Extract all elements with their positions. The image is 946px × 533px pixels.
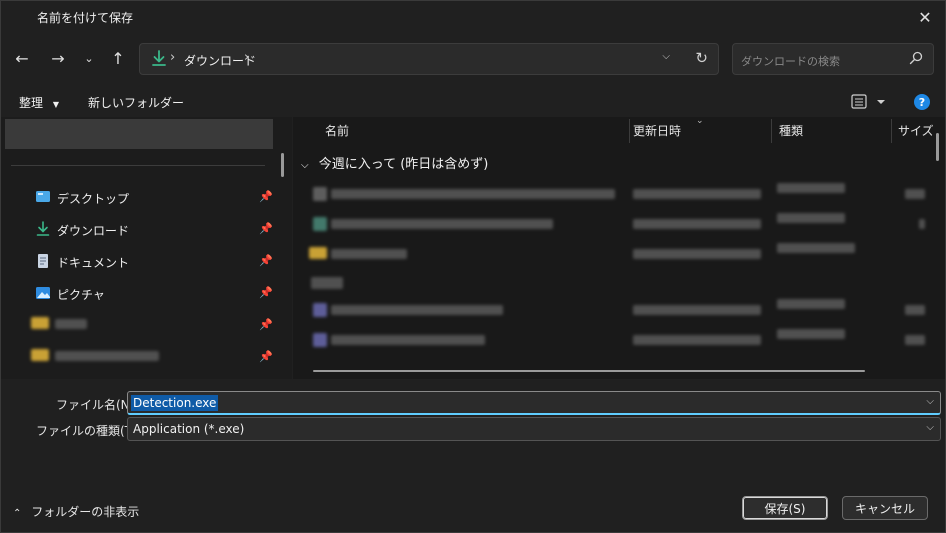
view-list-icon [851, 94, 885, 109]
pin-icon[interactable]: 📌 [259, 350, 273, 364]
help-icon[interactable]: ? [914, 94, 930, 110]
breadcrumb-chevron-icon[interactable]: › [244, 50, 249, 65]
nav-scrollbar[interactable] [281, 153, 284, 177]
filename-input[interactable]: Detection.exe [131, 395, 219, 411]
save-form: ファイル名(N): Detection.exe ⌵ ファイルの種類(T): Ap… [1, 379, 945, 532]
navigation-pane: デスクトップ 📌 ダウンロード 📌 ドキュメント 📌 ピクチャ 📌 📌 📌 [1, 117, 292, 379]
table-row[interactable] [305, 183, 925, 205]
sidebar-item-folder[interactable] [29, 313, 279, 337]
pin-icon[interactable]: 📌 [259, 254, 273, 268]
chevron-down-icon[interactable]: ⌵ [926, 422, 934, 433]
sidebar-item-desktop[interactable]: デスクトップ 📌 [29, 185, 279, 209]
filetype-select[interactable]: Application (*.exe) ⌵ [127, 417, 941, 441]
desktop-icon [36, 191, 50, 202]
arrow-up-icon[interactable]: ↑ [105, 45, 131, 71]
filetype-value: Application (*.exe) [133, 422, 245, 436]
organize-label: 整理 [19, 96, 44, 110]
close-icon[interactable]: ✕ [911, 3, 939, 31]
sidebar-item-folder[interactable] [29, 345, 279, 369]
sidebar-item-label: ダウンロード [57, 224, 130, 238]
file-list: 名前 更新日時 ⌄ 種類 サイズ ⌵ 今週に入って (昨日は含めず) [293, 116, 945, 379]
pictures-icon [36, 287, 50, 299]
sort-caret-icon: ⌄ [696, 116, 704, 126]
sidebar-item-pictures[interactable]: ピクチャ 📌 [29, 281, 279, 305]
pin-icon[interactable]: 📌 [259, 286, 273, 300]
file-list-vertical-scrollbar[interactable] [936, 133, 939, 161]
group-label: 今週に入って (昨日は含めず) [318, 157, 489, 172]
column-header-size[interactable]: サイズ [898, 122, 934, 139]
sidebar-item-documents[interactable]: ドキュメント 📌 [29, 249, 279, 273]
search-box[interactable]: ダウンロードの検索 [732, 43, 934, 75]
column-header-modified[interactable]: 更新日時 [633, 122, 681, 139]
table-row[interactable] [305, 271, 925, 293]
save-button[interactable]: 保存(S) [742, 496, 828, 520]
chevron-down-icon[interactable]: ⌵ [926, 396, 934, 407]
hide-folders-label: フォルダーの非表示 [31, 505, 140, 519]
table-row[interactable] [305, 243, 925, 265]
nav-divider [11, 165, 265, 166]
document-icon [38, 254, 48, 268]
chevron-down-icon[interactable]: ⌄ [76, 45, 102, 71]
arrow-left-icon[interactable]: ← [9, 45, 35, 71]
table-row[interactable] [305, 299, 925, 321]
filename-field[interactable]: Detection.exe ⌵ [127, 391, 941, 415]
refresh-icon[interactable]: ↻ [695, 49, 708, 67]
download-icon [36, 221, 50, 236]
search-input[interactable]: ダウンロードの検索 [741, 53, 840, 69]
chevron-down-icon: ▼ [52, 100, 59, 109]
column-header-name[interactable]: 名前 [325, 122, 349, 139]
group-header[interactable]: ⌵ 今週に入って (昨日は含めず) [301, 153, 488, 172]
selected-nav-item[interactable] [5, 119, 273, 149]
address-dropdown-icon[interactable]: ⌵ [662, 51, 670, 62]
save-as-dialog: 名前を付けて保存 ✕ ← → ⌄ ↑ › ダウンロード › ⌵ ↻ ダウンロード… [0, 0, 946, 533]
filetype-label: ファイルの種類(T): [36, 424, 141, 438]
chevron-down-icon: ⌵ [301, 160, 309, 171]
table-row[interactable] [305, 329, 925, 351]
column-header-type[interactable]: 種類 [779, 122, 803, 139]
sidebar-item-downloads[interactable]: ダウンロード 📌 [29, 217, 279, 241]
cancel-button[interactable]: キャンセル [842, 496, 928, 520]
sidebar-item-label: ドキュメント [57, 256, 130, 270]
hide-folders-toggle[interactable]: ⌃ フォルダーの非表示 [13, 503, 139, 520]
column-divider[interactable] [771, 119, 772, 143]
title-bar: 名前を付けて保存 ✕ [1, 1, 945, 33]
column-divider[interactable] [891, 119, 892, 143]
pin-icon[interactable]: 📌 [259, 222, 273, 236]
column-divider[interactable] [629, 119, 630, 143]
file-list-horizontal-scrollbar[interactable] [313, 370, 865, 372]
sidebar-item-label: ピクチャ [57, 288, 105, 302]
chevron-up-icon: ⌃ [13, 508, 22, 519]
pin-icon[interactable]: 📌 [259, 318, 273, 332]
command-bar: 整理 ▼ 新しいフォルダー ? [1, 85, 945, 117]
sidebar-item-label: デスクトップ [57, 192, 130, 206]
organize-menu[interactable]: 整理 ▼ [19, 94, 59, 111]
search-icon [909, 51, 923, 65]
table-row[interactable] [305, 213, 925, 235]
pin-icon[interactable]: 📌 [259, 190, 273, 204]
window-title: 名前を付けて保存 [37, 11, 134, 25]
arrow-right-icon[interactable]: → [45, 45, 71, 71]
new-folder-button[interactable]: 新しいフォルダー [88, 94, 184, 111]
breadcrumb-separator-icon: › [170, 50, 176, 65]
view-options-button[interactable] [851, 93, 891, 111]
navigation-bar: ← → ⌄ ↑ › ダウンロード › ⌵ ↻ ダウンロードの検索 [1, 33, 945, 85]
address-bar[interactable]: › ダウンロード › ⌵ ↻ [139, 43, 719, 75]
download-icon [152, 50, 166, 66]
